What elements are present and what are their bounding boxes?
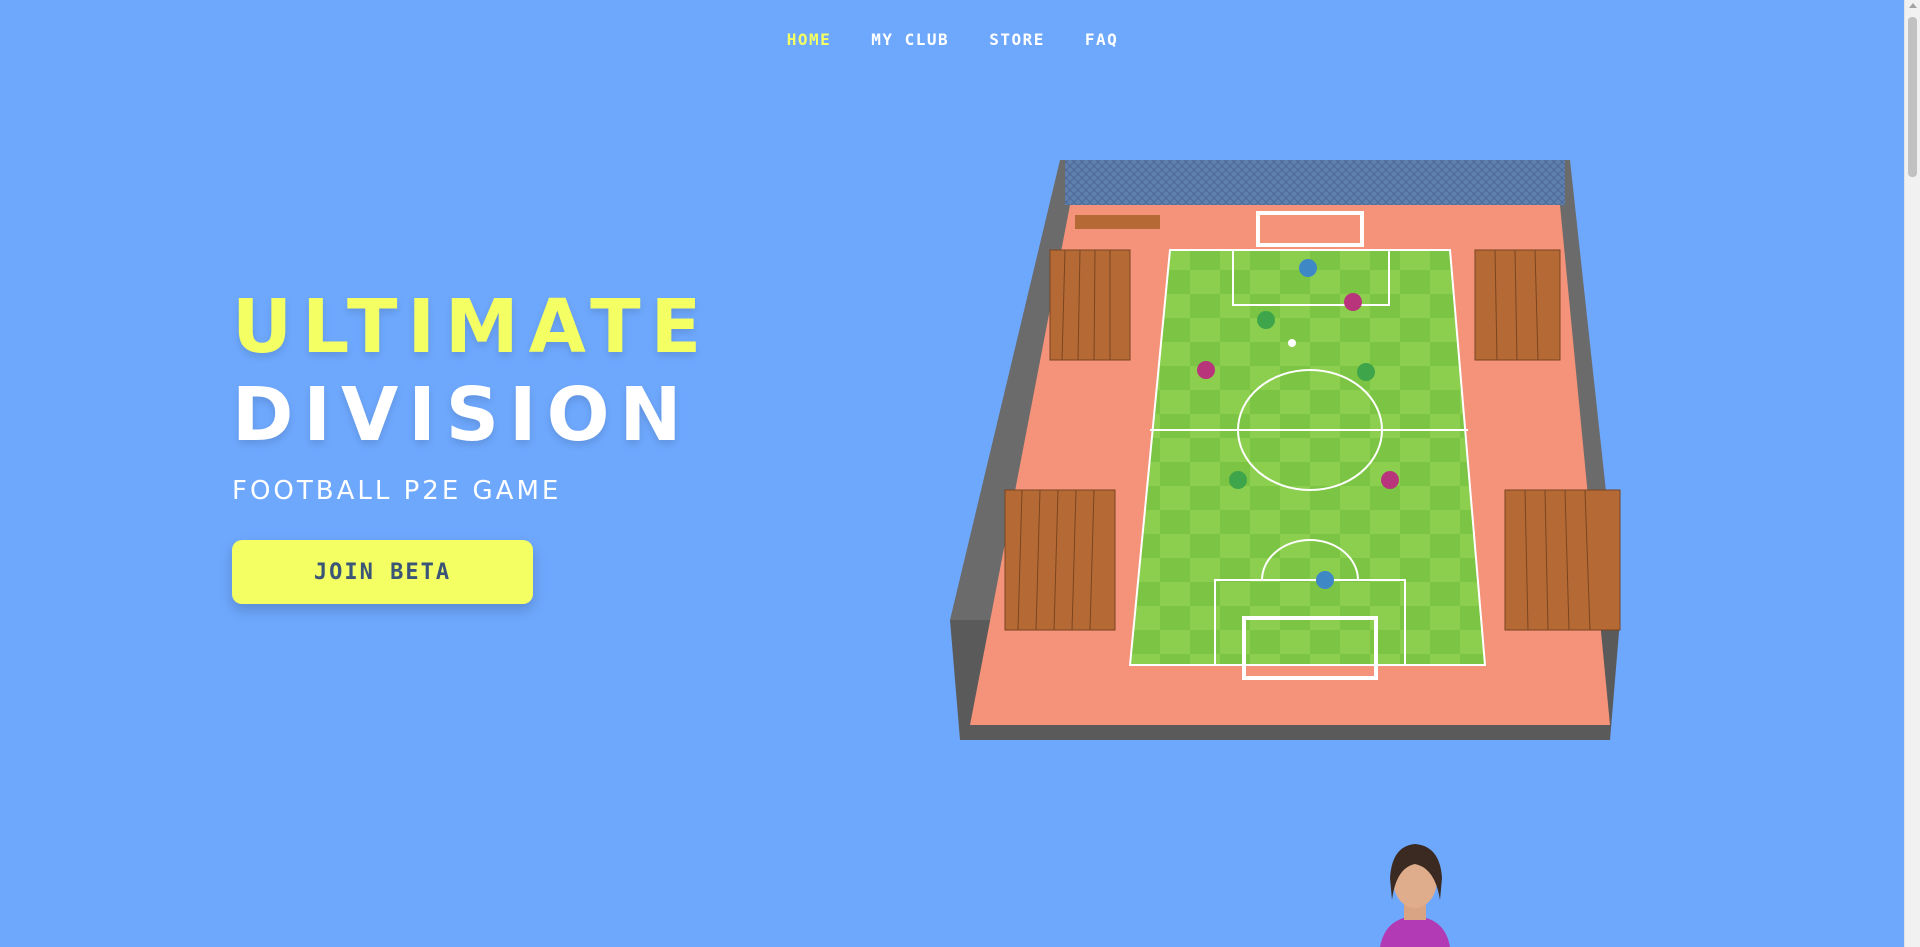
pitch xyxy=(1130,250,1485,665)
back-bench xyxy=(1075,215,1160,229)
nav-store[interactable]: STORE xyxy=(989,30,1045,49)
nav-faq[interactable]: FAQ xyxy=(1085,30,1118,49)
landing-page: HOME MY CLUB STORE FAQ ULTIMATE DIVISION… xyxy=(0,0,1920,947)
scroll-thumb[interactable] xyxy=(1908,17,1917,177)
hero-subtitle: FOOTBALL P2E GAME xyxy=(232,476,562,506)
top-nav: HOME MY CLUB STORE FAQ xyxy=(0,30,1905,49)
stadium-illustration xyxy=(950,160,1621,740)
hero-title-line1: ULTIMATE xyxy=(232,284,712,370)
player-avatar xyxy=(1380,844,1450,947)
scrollbar[interactable] xyxy=(1904,0,1920,947)
nav-home[interactable]: HOME xyxy=(787,30,832,49)
nav-my-club[interactable]: MY CLUB xyxy=(871,30,949,49)
scroll-up-icon[interactable] xyxy=(1909,3,1917,8)
back-fence xyxy=(1065,160,1565,205)
join-beta-button[interactable]: JOIN BETA xyxy=(232,540,533,604)
hero-title-line2: DIVISION xyxy=(232,372,692,458)
